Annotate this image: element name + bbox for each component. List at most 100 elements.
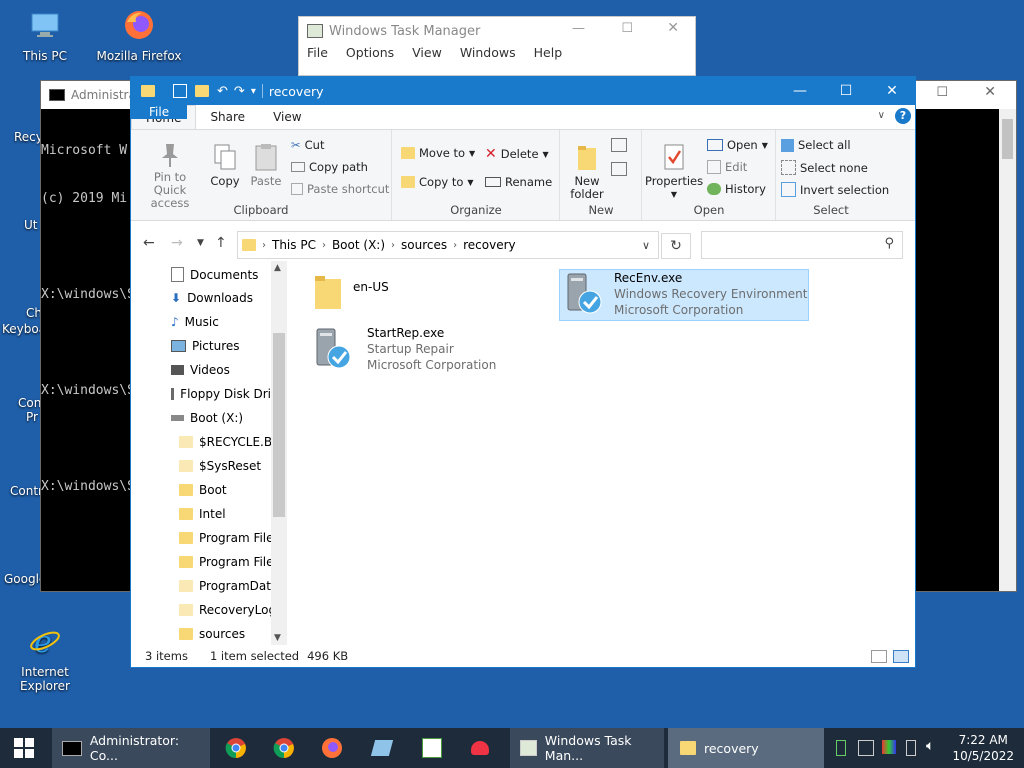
- tray-usb-icon[interactable]: [906, 740, 916, 756]
- menu-help[interactable]: Help: [534, 45, 563, 60]
- rename-button[interactable]: Rename: [485, 175, 552, 189]
- desktop-icon-control-label[interactable]: Contr: [10, 484, 43, 498]
- pin-to-quick-access-button[interactable]: Pin to Quick access: [137, 142, 203, 210]
- up-icon[interactable]: ↑: [215, 235, 227, 251]
- breadcrumb-separator[interactable]: ›: [453, 240, 457, 251]
- refresh-icon[interactable]: ↻: [661, 233, 691, 259]
- menu-file[interactable]: File: [307, 45, 328, 60]
- tray-volume-icon[interactable]: 🔈︎: [926, 738, 934, 754]
- minimize-ribbon-icon[interactable]: ∨: [878, 110, 885, 121]
- nav-item-intel[interactable]: Intel: [179, 507, 271, 521]
- explorer-window[interactable]: ↶ ↷ ▾ recovery — ☐ ✕ File Home Share Vie…: [130, 76, 916, 668]
- nav-item-boot-drive[interactable]: Boot (X:): [171, 411, 271, 425]
- nav-item-program-files[interactable]: Program Files: [179, 531, 271, 545]
- maximize-icon[interactable]: ☐: [936, 85, 948, 100]
- select-none-button[interactable]: Select none: [781, 160, 868, 175]
- new-folder-button[interactable]: New folder: [565, 142, 609, 201]
- paste-shortcut-button[interactable]: Paste shortcut: [291, 182, 389, 196]
- taskbar-app-1[interactable]: [368, 728, 396, 768]
- file-item-en-us[interactable]: en-US: [313, 271, 389, 311]
- open-button[interactable]: Open ▼: [707, 138, 768, 152]
- maximize-button[interactable]: ☐: [823, 77, 869, 105]
- file-item-startrep[interactable]: StartRep.exe Startup Repair Microsoft Co…: [313, 325, 496, 373]
- history-button[interactable]: History: [707, 182, 766, 196]
- task-manager-titlebar[interactable]: Windows Task Manager — ☐ ✕: [299, 17, 695, 45]
- start-button[interactable]: [0, 728, 48, 768]
- tab-view[interactable]: View: [259, 105, 315, 129]
- nav-item-programdata[interactable]: ProgramData: [179, 579, 271, 593]
- scroll-down-icon[interactable]: ▼: [274, 633, 281, 643]
- nav-item-videos[interactable]: Videos: [171, 363, 271, 377]
- recent-locations-icon[interactable]: ▼: [197, 238, 204, 248]
- desktop-icon-internet-explorer[interactable]: e Internet Explorer: [0, 624, 90, 693]
- scrollbar-thumb[interactable]: [1002, 119, 1013, 159]
- nav-item-sources[interactable]: sources: [179, 627, 271, 641]
- paste-button[interactable]: Paste: [245, 142, 287, 188]
- scrollbar-thumb[interactable]: [273, 333, 285, 517]
- desktop-icon-utilities-label[interactable]: Ut: [24, 218, 38, 232]
- tray-battery-icon[interactable]: [836, 740, 846, 756]
- nav-item-boot[interactable]: Boot: [179, 483, 271, 497]
- desktop-icon-command-label-2[interactable]: Pr: [26, 410, 38, 424]
- properties-quick-icon[interactable]: [173, 84, 187, 98]
- back-icon[interactable]: ←: [143, 235, 155, 251]
- tray-display-icon[interactable]: [882, 740, 896, 754]
- search-icon[interactable]: ⚲: [884, 236, 894, 251]
- breadcrumb-sources[interactable]: sources: [401, 238, 447, 252]
- breadcrumb-separator[interactable]: ›: [391, 240, 395, 251]
- details-view-icon[interactable]: [871, 650, 887, 663]
- invert-selection-button[interactable]: Invert selection: [781, 182, 889, 197]
- minimize-icon[interactable]: —: [572, 21, 585, 36]
- console-scrollbar[interactable]: [999, 109, 1016, 591]
- nav-item-documents[interactable]: Documents: [171, 267, 271, 282]
- taskbar-item-task-manager[interactable]: Windows Task Man...: [510, 728, 664, 768]
- address-bar[interactable]: › This PC › Boot (X:) › sources › recove…: [237, 231, 659, 259]
- copy-button[interactable]: Copy: [205, 142, 245, 188]
- desktop-icon-firefox[interactable]: Mozilla Firefox: [94, 8, 184, 63]
- close-button[interactable]: ✕: [869, 77, 915, 105]
- edit-button[interactable]: Edit: [707, 160, 747, 174]
- nav-item-sysreset[interactable]: $SysReset: [179, 459, 271, 473]
- desktop-icon-command-label[interactable]: Con: [18, 396, 41, 410]
- tab-file[interactable]: File: [131, 105, 188, 119]
- tab-share[interactable]: Share: [196, 105, 259, 129]
- easy-access-icon[interactable]: [611, 162, 627, 176]
- large-icons-view-icon[interactable]: [893, 650, 909, 663]
- breadcrumb-separator[interactable]: ›: [262, 240, 266, 251]
- help-icon[interactable]: ?: [895, 108, 911, 124]
- nav-item-music[interactable]: ♪ Music: [171, 315, 271, 329]
- nav-scrollbar[interactable]: ▲ ▼: [271, 261, 287, 645]
- properties-dropdown-icon[interactable]: ▼: [645, 188, 703, 201]
- breadcrumb-separator[interactable]: ›: [322, 240, 326, 251]
- close-icon[interactable]: ✕: [667, 20, 679, 36]
- minimize-button[interactable]: —: [777, 77, 823, 105]
- taskbar-item-console[interactable]: Administrator: Co...: [52, 728, 210, 768]
- taskbar-app-3[interactable]: [466, 728, 494, 768]
- explorer-titlebar[interactable]: ↶ ↷ ▾ recovery — ☐ ✕: [131, 77, 915, 105]
- breadcrumb-this-pc[interactable]: This PC: [272, 238, 316, 252]
- forward-icon[interactable]: →: [171, 235, 183, 251]
- taskbar-chrome-1[interactable]: [222, 728, 250, 768]
- scroll-up-icon[interactable]: ▲: [274, 263, 281, 273]
- new-folder-quick-icon[interactable]: [195, 85, 209, 97]
- select-all-button[interactable]: Select all: [781, 138, 851, 152]
- customize-quick-access-icon[interactable]: ▾: [251, 86, 256, 97]
- nav-item-pictures[interactable]: Pictures: [171, 339, 271, 353]
- properties-button[interactable]: Properties ▼: [645, 142, 703, 201]
- file-list[interactable]: en-US RecEnv.exe Windows Recovery Enviro…: [289, 261, 915, 645]
- undo-icon[interactable]: ↶: [217, 84, 228, 99]
- taskbar-item-explorer[interactable]: recovery: [668, 728, 824, 768]
- copy-path-button[interactable]: Copy path: [291, 160, 368, 174]
- navigation-pane[interactable]: Documents ⬇ Downloads ♪ Music Pictures Vid…: [131, 261, 287, 645]
- move-to-button[interactable]: Move to ▼: [401, 146, 475, 160]
- search-input[interactable]: ⚲: [701, 231, 903, 259]
- maximize-icon[interactable]: ☐: [621, 21, 633, 36]
- taskbar-firefox[interactable]: [318, 728, 346, 768]
- menu-windows[interactable]: Windows: [460, 45, 516, 60]
- tray-clock[interactable]: 7:22 AM 10/5/2022: [952, 732, 1014, 764]
- menu-view[interactable]: View: [412, 45, 442, 60]
- address-dropdown-icon[interactable]: ∨: [642, 239, 650, 252]
- cut-button[interactable]: ✂ Cut: [291, 138, 324, 152]
- nav-item-recycle-bin[interactable]: $RECYCLE.BIN: [179, 435, 271, 449]
- breadcrumb-boot[interactable]: Boot (X:): [332, 238, 385, 252]
